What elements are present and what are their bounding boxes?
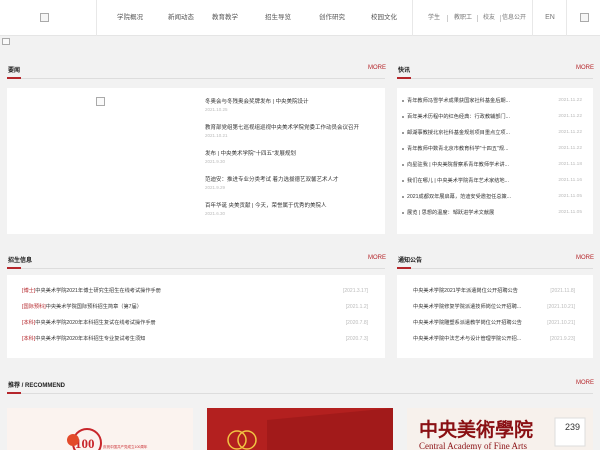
nav-divider: [96, 0, 97, 36]
bullet-icon: [402, 180, 404, 182]
notice-item[interactable]: 中央美术学院修复学院派遣技师岗位公开招聘... [2021.10.21]: [413, 299, 575, 315]
party-centenary-image: 100 庆祝中国共产党成立100周年: [7, 408, 193, 450]
banner-image[interactable]: [2, 38, 10, 45]
section-accent: [7, 392, 21, 394]
category-tag: [博士]: [22, 288, 36, 294]
svg-text:Central Academy of Fine Arts: Central Academy of Fine Arts: [419, 441, 527, 450]
flash-item[interactable]: 青年教师冯雪学术成果获国家社科基金后期... 2021.11.22: [402, 94, 582, 108]
svg-text:中央美術學院: 中央美術學院: [419, 418, 533, 441]
util-separator: [477, 15, 478, 22]
nav-divider: [566, 0, 567, 36]
flash-item[interactable]: 百年美术历程中的红色经典：行政教辅部门... 2021.11.22: [402, 110, 582, 124]
news-item[interactable]: 教育部党组第七巡视组巡视中央美术学院党委工作动员会议召开 2021.10.21: [205, 123, 380, 138]
recommend-more-link[interactable]: MORE: [576, 380, 594, 386]
section-accent: [397, 77, 411, 79]
language-switch[interactable]: EN: [540, 0, 560, 36]
recommend-section-title: 推荐 / RECOMMEND: [8, 383, 66, 389]
admissions-more-link[interactable]: MORE: [368, 255, 386, 261]
admissions-item[interactable]: [国际预科]中央美术学院国际预科招生简章（第7届） [2021.1.2]: [22, 299, 368, 315]
notice-item[interactable]: 中央美术学院2021学年派遣岗位公开招聘公告 [2021.11.8]: [413, 283, 575, 299]
nav-item-research[interactable]: 创作研究: [310, 0, 354, 36]
section-divider: [7, 78, 385, 79]
search-icon[interactable]: [580, 13, 589, 22]
section-divider: [397, 78, 593, 79]
bullet-icon: [402, 148, 404, 150]
flash-item[interactable]: 2021成都双年展启幕，范迪安受邀担任总策... 2021.11.05: [402, 190, 582, 204]
notice-item[interactable]: 中央美术学院中法艺术与设计管理学院公开招... [2021.9.23]: [413, 331, 575, 347]
category-tag: [国际预科]: [22, 304, 46, 310]
category-tag: [本科]: [22, 336, 36, 342]
recommend-card[interactable]: 中央美術學院 Central Academy of Fine Arts 239: [407, 408, 593, 450]
bullet-icon: [402, 212, 404, 214]
nav-item-news[interactable]: 新闻动态: [159, 0, 203, 36]
admissions-item[interactable]: [博士]中央美术学院2021年博士研究生招生在线考试操作手册 [2021.3.17…: [22, 283, 368, 299]
util-separator: [500, 15, 501, 22]
bullet-icon: [402, 132, 404, 134]
red-poster-image: [207, 408, 393, 450]
cafa-publication-image: 中央美術學院 Central Academy of Fine Arts 239: [407, 408, 593, 450]
nav-item-about[interactable]: 学院概况: [108, 0, 152, 36]
util-link-students[interactable]: 学生: [423, 0, 445, 36]
section-divider: [397, 268, 593, 269]
section-accent: [7, 77, 21, 79]
news-more-link[interactable]: MORE: [368, 65, 386, 71]
nav-divider: [532, 0, 533, 36]
util-link-alumni[interactable]: 校友: [480, 0, 498, 36]
section-accent: [7, 267, 21, 269]
section-divider: [7, 268, 385, 269]
news-section-title: 要闻: [8, 68, 21, 74]
flash-item[interactable]: 向星驻我 | 中央美院督察系青年教师学术讲... 2021.11.18: [402, 158, 582, 172]
section-divider: [7, 393, 593, 394]
bullet-icon: [402, 116, 404, 118]
svg-text:239: 239: [565, 422, 580, 432]
util-link-staff[interactable]: 教职工: [450, 0, 476, 36]
flash-item[interactable]: 展览 | 思想的温度：邹跃进学术文献展 2021.11.05: [402, 206, 582, 220]
notice-item[interactable]: 中央美术学院雕塑系派遣教学岗位公开招聘公告 [2021.10.21]: [413, 315, 575, 331]
admissions-item[interactable]: [本科]中央美术学院2020年本科招生专业复试考生须知 [2020.7.3]: [22, 331, 368, 347]
recommend-card[interactable]: 100 庆祝中国共产党成立100周年: [7, 408, 193, 450]
admissions-section-title: 招生信息: [8, 258, 33, 264]
news-item[interactable]: 发布 | 中央美术学院"十四五"发展规划 2021.9.30: [205, 149, 380, 164]
svg-text:庆祝中国共产党成立100周年: 庆祝中国共产党成立100周年: [103, 444, 148, 449]
flash-item[interactable]: 邮湖事教授北京社科基金规划项目重点立项... 2021.11.22: [402, 126, 582, 140]
nav-item-education[interactable]: 教育教学: [203, 0, 247, 36]
news-item[interactable]: 范迪安：推进专业分类考试 着力选拔德艺双馨艺术人才 2021.9.29: [205, 175, 380, 190]
flash-item[interactable]: 青年教师中数青北京市教育科学"十四五"规... 2021.11.22: [402, 142, 582, 156]
util-link-disclosure[interactable]: 信息公开: [502, 0, 526, 36]
nav-item-culture[interactable]: 校园文化: [362, 0, 406, 36]
category-tag: [本科]: [22, 320, 36, 326]
top-nav: 学院概况 新闻动态 教育教学 招生导览 创作研究 校园文化 学生 教职工 校友 …: [0, 0, 600, 36]
news-item[interactable]: 冬奥会与冬残奥会奖牌发布 | 中央美院设计 2021.10.25: [205, 97, 380, 112]
logo-image[interactable]: [40, 13, 49, 22]
flash-item[interactable]: 我们在哪儿 | 中央美术学院青年艺术家结地... 2021.11.16: [402, 174, 582, 188]
nav-item-admissions[interactable]: 招生导览: [256, 0, 300, 36]
flash-more-link[interactable]: MORE: [576, 65, 594, 71]
bullet-icon: [402, 164, 404, 166]
section-accent: [397, 267, 411, 269]
notices-more-link[interactable]: MORE: [576, 255, 594, 261]
util-separator: [447, 15, 448, 22]
nav-divider: [412, 0, 413, 36]
bullet-icon: [402, 196, 404, 198]
news-feature-image[interactable]: [96, 97, 105, 106]
notices-section-title: 通知公告: [398, 258, 423, 264]
bullet-icon: [402, 100, 404, 102]
admissions-item[interactable]: [本科]中央美术学院2020年本科招生复试在线考试操作手册 [2020.7.8]: [22, 315, 368, 331]
news-item[interactable]: 百年华诞 央美贡献 | 今天，荣誉属于优秀的美院人 2021.6.30: [205, 201, 380, 216]
recommend-card[interactable]: [207, 408, 393, 450]
flash-section-title: 快讯: [398, 68, 411, 74]
